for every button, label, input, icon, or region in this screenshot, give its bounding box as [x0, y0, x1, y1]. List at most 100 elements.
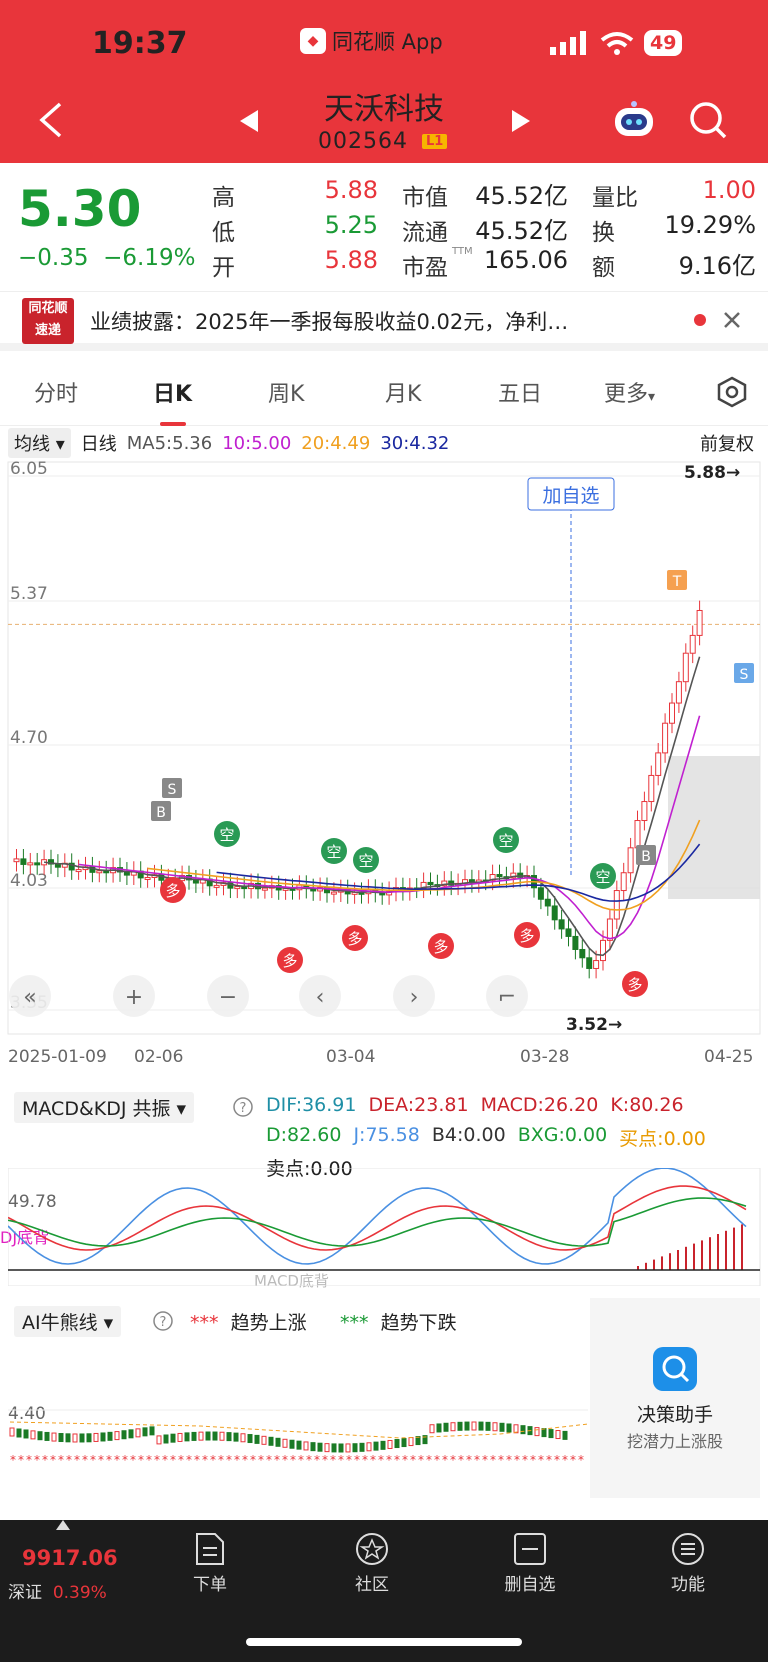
- ai-dot: *: [210, 1453, 216, 1467]
- ai-candle: [457, 1421, 463, 1431]
- svg-text:?: ?: [240, 1101, 247, 1116]
- signal-tag-label: B: [641, 849, 651, 865]
- ai-candle: [254, 1434, 260, 1444]
- tab-daily[interactable]: 日K: [153, 376, 192, 408]
- ai-candle: [198, 1431, 204, 1441]
- level-badge: L1: [422, 134, 448, 149]
- candle: [34, 862, 41, 866]
- remove-watchlist-button[interactable]: 删自选: [480, 1532, 580, 1595]
- decision-helper[interactable]: 决策助手 挖潜力上涨股: [590, 1298, 760, 1498]
- change-pct: −6.19%: [103, 245, 196, 271]
- news-text[interactable]: 业绩披露：2025年一季报每股收益0.02元，净利…: [90, 306, 670, 336]
- kline-chart[interactable]: 6.055.374.704.033.35加自选5.88→3.52→多多多多多多空…: [0, 458, 768, 1078]
- macd-values-1: DIF:36.91 DEA:23.81 MACD:26.20 K:80.26: [266, 1094, 684, 1116]
- menu-circle-icon: [672, 1533, 704, 1565]
- battery-icon: 49: [644, 30, 683, 56]
- ai-dot: *: [178, 1453, 184, 1467]
- signal-tag-label: B: [156, 805, 166, 821]
- ai-candle: [163, 1434, 169, 1444]
- search-icon[interactable]: [688, 100, 728, 140]
- quote-label: 流通: [402, 220, 448, 246]
- candle: [682, 652, 689, 683]
- indicator-selector[interactable]: 均线 ▾: [8, 428, 71, 458]
- candle: [572, 935, 579, 950]
- community-button[interactable]: 社区: [322, 1532, 422, 1595]
- quote-value: 5.88: [324, 176, 378, 204]
- tab-monthly[interactable]: 月K: [385, 376, 421, 408]
- y-axis-label: 5.37: [10, 584, 48, 604]
- index-market[interactable]: 深证 0.39%: [8, 1578, 107, 1603]
- candle: [662, 722, 669, 754]
- ai-candle: [436, 1423, 442, 1433]
- ai-candle: [65, 1433, 71, 1443]
- ai-candle: [86, 1433, 92, 1443]
- ma-line: [78, 715, 701, 940]
- ma5-value: MA5:5.36: [126, 432, 213, 454]
- macd-selector[interactable]: MACD&KDJ 共振 ▾: [14, 1092, 195, 1123]
- candle: [655, 752, 662, 776]
- ai-candle: [170, 1433, 176, 1443]
- up-triangle-icon: [56, 1520, 70, 1530]
- candle: [593, 960, 600, 969]
- ai-candle: [261, 1435, 267, 1445]
- ai-dot: *: [170, 1453, 176, 1467]
- tab-more[interactable]: 更多▾: [604, 376, 655, 408]
- ai-candle: [366, 1442, 372, 1452]
- ai-candle: [16, 1428, 22, 1438]
- ai-candle: [135, 1428, 141, 1438]
- ai-candle: [562, 1430, 568, 1440]
- candle: [544, 898, 551, 907]
- ai-candle: [520, 1425, 526, 1435]
- add-watchlist-label: 加自选: [542, 485, 599, 507]
- quote-label: 市盈: [402, 255, 448, 281]
- robot-assistant-icon[interactable]: [612, 100, 656, 138]
- index-market-label: 深证: [8, 1583, 42, 1603]
- tab-weekly[interactable]: 周K: [268, 376, 304, 408]
- ai-candle: [93, 1432, 99, 1442]
- ai-candle: [485, 1421, 491, 1431]
- signal-label: 空: [498, 832, 513, 850]
- order-button[interactable]: 下单: [160, 1532, 260, 1595]
- ai-dot: *: [330, 1453, 336, 1467]
- candle: [586, 957, 593, 969]
- ai-candle: [233, 1432, 239, 1442]
- chart-control-icon: ›: [410, 985, 419, 1010]
- signal-tag-label: S: [168, 782, 177, 798]
- decision-helper-title: 决策助手: [636, 1404, 713, 1426]
- help-icon[interactable]: ?: [232, 1096, 254, 1118]
- home-indicator[interactable]: [246, 1638, 522, 1646]
- candle: [675, 681, 682, 704]
- signal-label: 空: [595, 868, 610, 886]
- tab-five-day[interactable]: 五日: [498, 376, 542, 408]
- index-value[interactable]: 9917.06: [22, 1546, 118, 1570]
- ma30-value: 30:4.32: [380, 432, 450, 454]
- tab-intraday[interactable]: 分时: [34, 376, 78, 408]
- close-icon[interactable]: [722, 310, 742, 330]
- ai-candle: [184, 1432, 190, 1442]
- adjust-toggle[interactable]: 前复权: [700, 430, 754, 456]
- quote-value: 5.25: [324, 211, 378, 239]
- date-label: 03-04: [326, 1047, 375, 1067]
- ai-dot: *: [34, 1453, 40, 1467]
- function-button[interactable]: 功能: [638, 1532, 738, 1595]
- ai-dot: *: [338, 1453, 344, 1467]
- stock-code: 002564: [318, 129, 408, 154]
- macd-value: B4:0.00: [431, 1124, 506, 1146]
- ai-candle: [373, 1441, 379, 1451]
- ai-candle: [9, 1427, 15, 1437]
- macd-value: J:75.58: [353, 1124, 420, 1146]
- ai-candle: [23, 1429, 29, 1439]
- ai-candle: [121, 1430, 127, 1440]
- status-app: ◆ 同花顺 App: [300, 26, 443, 56]
- macd-selector-label: MACD&KDJ 共振: [22, 1098, 171, 1120]
- ai-candle: [149, 1426, 155, 1436]
- ai-dot: *: [42, 1453, 48, 1467]
- signal-tag-label: T: [672, 574, 682, 590]
- date-label: 02-06: [134, 1047, 183, 1067]
- settings-hexagon-icon[interactable]: [716, 376, 748, 408]
- chart-control-icon: «: [23, 985, 36, 1010]
- next-stock-button[interactable]: [512, 110, 530, 132]
- candle: [27, 862, 34, 866]
- news-logo-bottom: 速递: [34, 323, 61, 338]
- signal-label: 多: [433, 938, 448, 956]
